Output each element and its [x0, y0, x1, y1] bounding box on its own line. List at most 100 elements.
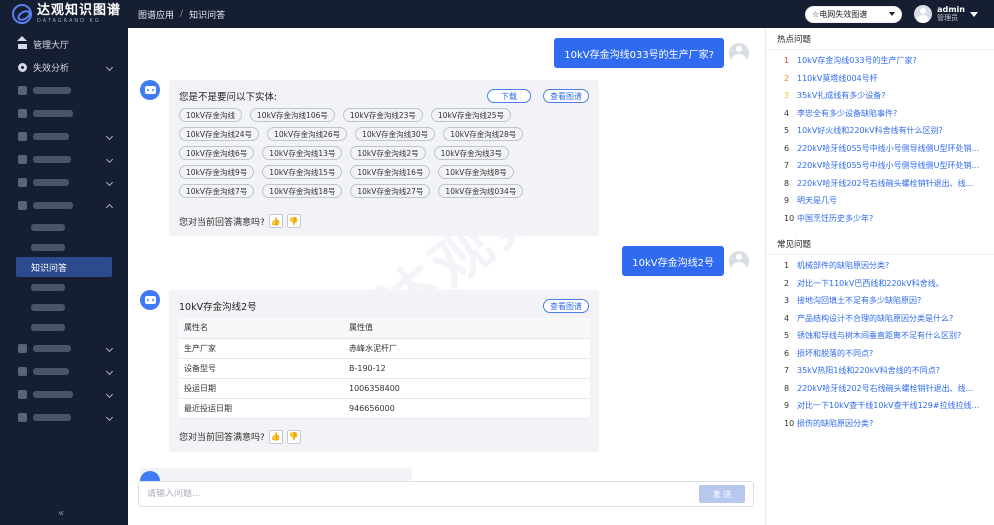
user-menu-caret-icon[interactable]: [970, 11, 978, 17]
breadcrumb-item-graph-apps[interactable]: 图谱应用: [138, 8, 174, 21]
sidebar-item-blurred[interactable]: [0, 337, 128, 360]
view-graph-button[interactable]: 查看图谱: [543, 89, 589, 103]
common-question-item[interactable]: 5 锈蚀和导线与树木间垂直距离不足有什么区别?: [766, 327, 994, 345]
entity-tag[interactable]: 10kV存金沟线25号: [430, 108, 511, 122]
sidebar-item-label: 失效分析: [33, 64, 70, 74]
question-rank: 9: [784, 196, 790, 206]
sidebar-item-blurred[interactable]: [0, 194, 128, 217]
entity-tag[interactable]: 10kV存金沟线9号: [179, 165, 255, 179]
common-question-item[interactable]: 10 损伤的缺陷原因分类?: [766, 415, 994, 433]
sidebar-item-blurred[interactable]: [0, 171, 128, 194]
entity-tag[interactable]: 10kV存金沟线30号: [355, 127, 436, 141]
blurred-label: [33, 202, 73, 209]
thumbs-up-icon[interactable]: 👍: [268, 214, 283, 228]
entity-tag[interactable]: 10kV存金沟线6号: [179, 146, 255, 160]
thumbs-down-icon[interactable]: 👎: [286, 214, 301, 228]
blurred-label: [33, 414, 71, 421]
sidebar-subitem-blurred[interactable]: [0, 297, 128, 317]
send-button[interactable]: 发 送: [699, 485, 745, 503]
table-cell: 赤峰水泥杆厂: [344, 338, 590, 359]
entity-tag[interactable]: 10kV存金沟线106号: [250, 108, 335, 122]
question-text: 220kV哈牙线055号中线小号侧导线侧U型环处销...: [797, 143, 980, 153]
sidebar-subitem-blurred[interactable]: [0, 217, 128, 237]
hot-question-item[interactable]: 3 35kV扎成线有多少设备?: [766, 87, 994, 105]
sidebar-item-dashboard[interactable]: 管理大厅: [0, 33, 128, 56]
user-box[interactable]: admin 管理员: [937, 5, 965, 22]
user-avatar[interactable]: [914, 5, 933, 23]
hot-question-item[interactable]: 4 李忠全有多少设备缺陷事件?: [766, 105, 994, 123]
entity-tag[interactable]: 10kV存金沟线034号: [438, 184, 524, 198]
table-cell: 最近投运日期: [179, 398, 344, 419]
common-question-item[interactable]: 6 损坏和脱落的不同点?: [766, 345, 994, 363]
user-message: 10kV存金沟线2号: [622, 246, 749, 276]
common-question-item[interactable]: 8 220kV哈牙线202号右线碗头螺栓销针退出、线...: [766, 380, 994, 398]
entity-tag-list: 10kV存金沟线 10kV存金沟线106号 10kV存金沟线23号 10kV存金沟线2…: [179, 108, 589, 203]
common-question-item[interactable]: 2 对比一下110kV巴西线和220kV科舍线。: [766, 275, 994, 293]
hot-questions-list: 1 10kV存金沟线033号的生产厂家? 2 110kV莫塔线004号杆 3 35kV扎成…: [766, 52, 994, 227]
entity-tag[interactable]: 10kV存金沟线23号: [342, 108, 423, 122]
question-text: 220kV哈牙线202号右线碗头螺栓销针退出、线...: [797, 383, 974, 393]
bot-icon: [140, 80, 160, 100]
menu-icon: [18, 367, 27, 376]
blurred-label: [33, 110, 73, 117]
entity-tag[interactable]: 10kV存金沟线3号: [433, 146, 509, 160]
sidebar-item-blurred[interactable]: [0, 148, 128, 171]
thumbs-up-icon[interactable]: 👍: [268, 429, 283, 444]
entity-tag[interactable]: 10kV存金沟线7号: [179, 184, 255, 198]
sidebar-item-blurred[interactable]: [0, 102, 128, 125]
bot-icon: [140, 290, 160, 310]
sidebar-collapse-button[interactable]: «: [58, 508, 64, 519]
hot-question-item[interactable]: 2 110kV莫塔线004号杆: [766, 70, 994, 88]
sidebar-subitem-blurred[interactable]: [0, 317, 128, 337]
sidebar: 管理大厅 失效分析 知识问答 «: [0, 28, 128, 525]
common-question-item[interactable]: 1 机械部件的缺陷原因分类?: [766, 257, 994, 275]
question-input[interactable]: [147, 489, 699, 499]
question-text: 10kV好火线和220kV科舍线有什么区别?: [797, 126, 943, 136]
hot-question-item[interactable]: 9 明天是几号: [766, 192, 994, 210]
hot-question-item[interactable]: 8 220kV哈牙线202号右线碗头螺栓销针退出、线...: [766, 175, 994, 193]
view-graph-button[interactable]: 查看图谱: [543, 299, 589, 313]
hot-question-item[interactable]: 1 10kV存金沟线033号的生产厂家?: [766, 52, 994, 70]
thumbs-down-icon[interactable]: 👎: [286, 429, 301, 444]
sidebar-subitem-blurred[interactable]: [0, 237, 128, 257]
sidebar-item-blurred[interactable]: [0, 383, 128, 406]
bot-answer-card: 10kV存金沟线2号 查看图谱 属性名 属性值 生产厂家 赤峰水泥杆厂 设备型号 B…: [169, 290, 599, 452]
satisfaction-prompt: 您对当前回答满意吗?: [179, 217, 265, 228]
sidebar-item-failure-analysis[interactable]: 失效分析: [0, 56, 128, 79]
download-button[interactable]: 下载: [487, 89, 531, 103]
hot-question-item[interactable]: 6 220kV哈牙线055号中线小号侧导线侧U型环处销...: [766, 140, 994, 158]
entity-tag[interactable]: 10kV存金沟线16号: [350, 165, 431, 179]
table-cell: 946656000: [344, 398, 590, 419]
question-rank: 4: [784, 108, 790, 118]
sidebar-subitem-knowledge-qa[interactable]: 知识问答: [16, 257, 112, 277]
sidebar-subitem-label: 知识问答: [31, 263, 68, 274]
hot-question-item[interactable]: 10 中国烹饪历史多少年?: [766, 210, 994, 228]
sidebar-item-blurred[interactable]: [0, 125, 128, 148]
entity-tag[interactable]: 10kV存金沟线: [179, 108, 243, 122]
entity-tag[interactable]: 10kV存金沟线26号: [267, 127, 348, 141]
sidebar-item-blurred[interactable]: [0, 79, 128, 102]
blurred-label: [33, 391, 73, 398]
entity-tag[interactable]: 10kV存金沟线15号: [262, 165, 343, 179]
sidebar-subitem-blurred[interactable]: [0, 277, 128, 297]
entity-tag[interactable]: 10kV存金沟线2号: [350, 146, 426, 160]
table-cell: B-190-12: [344, 358, 590, 379]
sidebar-item-blurred[interactable]: [0, 406, 128, 429]
sidebar-item-blurred[interactable]: [0, 360, 128, 383]
entity-tag[interactable]: 10kV存金沟线27号: [350, 184, 431, 198]
entity-tag[interactable]: 10kV存金沟线28号: [443, 127, 524, 141]
common-question-item[interactable]: 7 35kV热阳1线和220kV科舍线的不同点?: [766, 362, 994, 380]
hot-question-item[interactable]: 5 10kV好火线和220kV科舍线有什么区别?: [766, 122, 994, 140]
common-question-item[interactable]: 3 接地沟回填土不足有多少缺陷原因?: [766, 292, 994, 310]
entity-tag[interactable]: 10kV存金沟线18号: [262, 184, 343, 198]
entity-tag[interactable]: 10kV存金沟线8号: [438, 165, 514, 179]
entity-tag[interactable]: 10kV存金沟线13号: [262, 146, 343, 160]
common-question-item[interactable]: 9 对比一下10kV查干线10kV查干线129#拉线拉线...: [766, 397, 994, 415]
common-question-item[interactable]: 4 产品结构设计不合理的缺陷原因分类是什么?: [766, 310, 994, 328]
hot-question-item[interactable]: 7 220kV哈牙线055号中线小号侧导线侧U型环处销...: [766, 157, 994, 175]
entity-tag[interactable]: 10kV存金沟线24号: [179, 127, 260, 141]
blurred-label: [33, 156, 71, 163]
graph-select[interactable]: ☆电网失效图谱: [805, 5, 903, 23]
user-avatar: [729, 251, 749, 271]
app-logo[interactable]: 达观知识图谱 DATAGRAND KG: [0, 0, 128, 28]
